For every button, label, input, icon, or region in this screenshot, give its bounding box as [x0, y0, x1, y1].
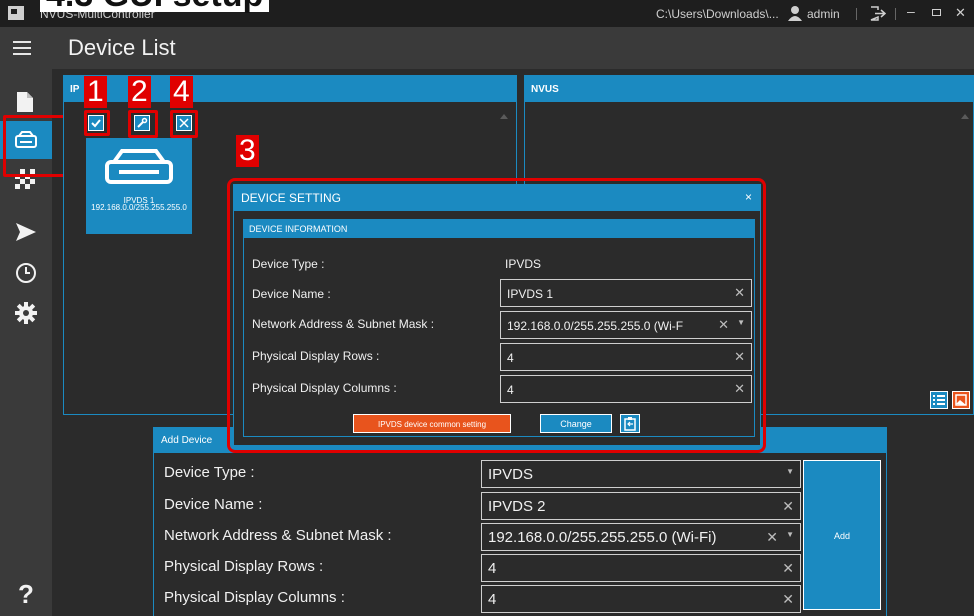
page-title: Device List: [68, 35, 176, 60]
minimize-button[interactable]: –: [907, 3, 915, 19]
clear-icon[interactable]: ✕: [766, 529, 778, 546]
user-icon: [788, 6, 802, 21]
send-icon: [16, 223, 36, 241]
divider: [856, 8, 857, 20]
clear-icon[interactable]: ✕: [782, 498, 794, 515]
add-network-value: 192.168.0.0/255.255.255.0 (Wi-Fi): [488, 529, 717, 546]
maximize-button[interactable]: [932, 9, 941, 16]
device-tile[interactable]: IPVDS 1 192.168.0.0/255.255.255.0: [86, 138, 192, 234]
sidebar-item-send[interactable]: [0, 213, 52, 251]
user-name[interactable]: admin: [807, 7, 840, 21]
clock-icon: [16, 263, 36, 283]
add-button[interactable]: Add: [803, 460, 881, 610]
callout-number-1: 1: [84, 76, 107, 108]
list-view-button[interactable]: [930, 391, 948, 409]
gear-icon: [15, 302, 37, 324]
file-path: C:\Users\Downloads\...: [656, 7, 779, 21]
chevron-down-icon: ▼: [786, 530, 794, 539]
add-rows-label: Physical Display Rows :: [164, 558, 324, 575]
add-cols-value: 4: [488, 591, 497, 608]
add-device-type-select[interactable]: IPVDS ▼: [481, 460, 801, 488]
add-cols-input[interactable]: 4 ✕: [481, 585, 801, 613]
add-device-name-label: Device Name :: [164, 496, 263, 513]
add-rows-input[interactable]: 4 ✕: [481, 554, 801, 582]
add-network-select[interactable]: 192.168.0.0/255.255.255.0 (Wi-Fi) ✕ ▼: [481, 523, 801, 551]
list-icon: [933, 395, 945, 405]
add-network-label: Network Address & Subnet Mask :: [164, 527, 392, 544]
add-device-type-value: IPVDS: [488, 466, 534, 483]
help-icon[interactable]: ?: [0, 579, 52, 609]
callout-box-1: [84, 110, 110, 136]
callout-box-sidebar: [3, 115, 67, 177]
slide-heading: 4.3 GUI setup: [40, 0, 270, 12]
callout-number-3: 3: [236, 135, 259, 167]
sidebar-item-settings[interactable]: [0, 293, 52, 331]
device-icon: [105, 149, 173, 184]
image-icon: [955, 394, 967, 406]
nvus-panel-title: NVUS: [525, 76, 973, 102]
add-device-type-label: Device Type :: [164, 464, 255, 481]
scroll-up-icon[interactable]: [500, 114, 508, 119]
sidebar-item-schedule[interactable]: [0, 253, 52, 291]
file-icon: [17, 92, 33, 112]
chevron-down-icon: ▼: [786, 467, 794, 476]
window-close-button[interactable]: ✕: [955, 5, 966, 21]
callout-number-2: 2: [128, 76, 151, 108]
logout-icon[interactable]: [870, 6, 886, 21]
callout-number-4: 4: [170, 76, 193, 108]
clear-icon[interactable]: ✕: [782, 560, 794, 577]
app-icon: [8, 6, 24, 20]
callout-box-2: [128, 110, 158, 138]
app-window: NVUS-MultiController C:\Users\Downloads\…: [0, 0, 974, 616]
add-cols-label: Physical Display Columns :: [164, 589, 345, 606]
add-device-name-input[interactable]: IPVDS 2 ✕: [481, 492, 801, 520]
callout-box-4: [170, 110, 198, 138]
scroll-up-icon[interactable]: [961, 114, 969, 119]
callout-box-3: [227, 178, 766, 453]
add-device-name-value: IPVDS 2: [488, 498, 546, 515]
device-tile-address: 192.168.0.0/255.255.255.0: [91, 203, 187, 212]
add-rows-value: 4: [488, 560, 497, 577]
divider: [895, 8, 896, 20]
header-bar: Device List: [0, 27, 974, 69]
clear-icon[interactable]: ✕: [782, 591, 794, 608]
hamburger-menu-icon[interactable]: [13, 41, 31, 55]
add-device-panel: Add Device Device Type : IPVDS ▼ Device …: [153, 427, 887, 616]
thumbnail-view-button[interactable]: [952, 391, 970, 409]
